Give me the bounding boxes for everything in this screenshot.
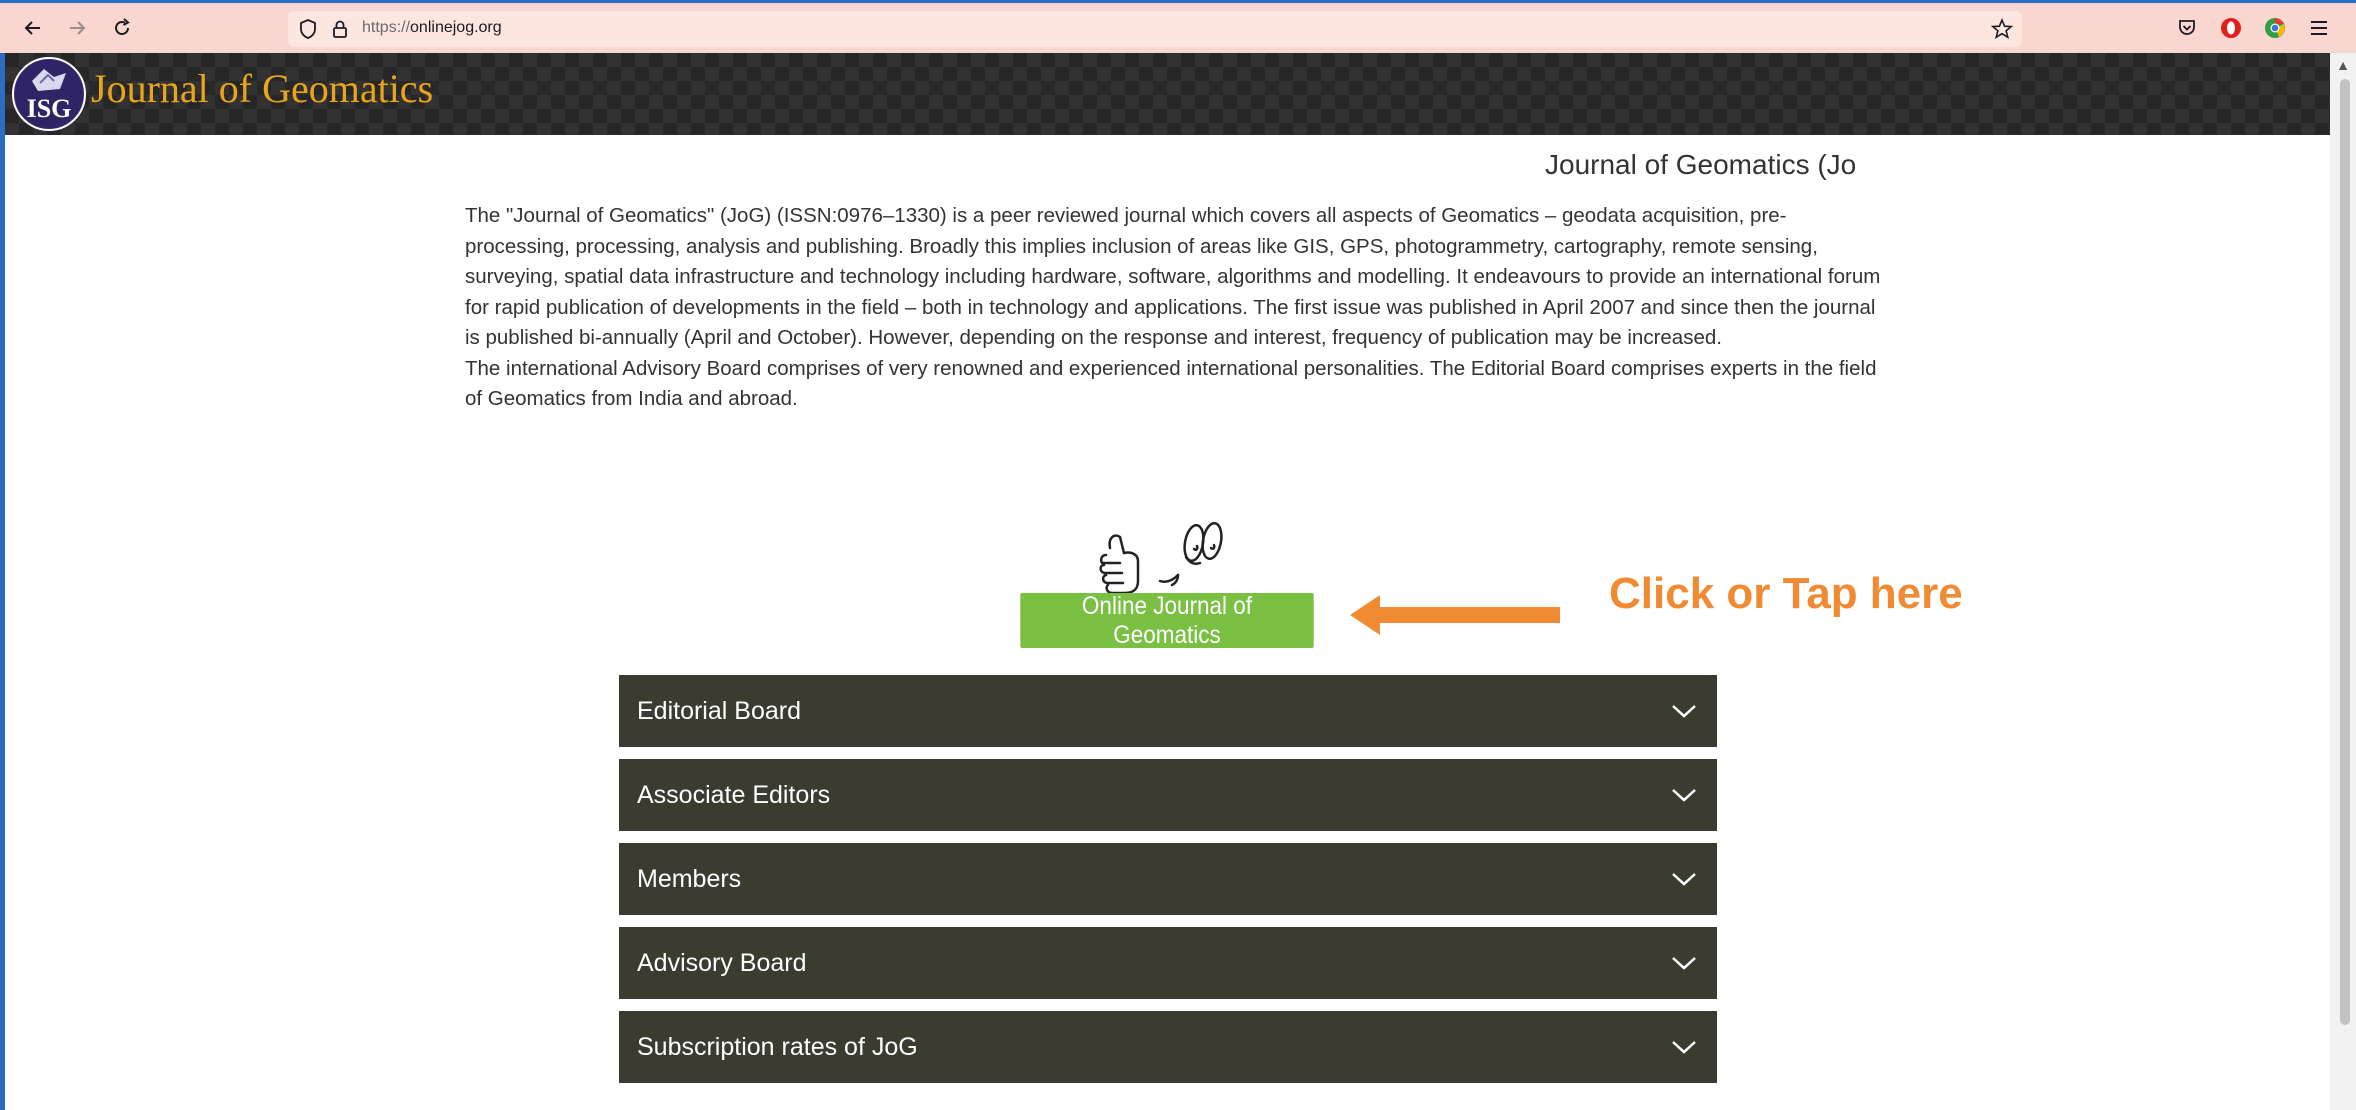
- chevron-down-icon[interactable]: [1669, 948, 1699, 978]
- logo-text: ISG: [27, 94, 72, 123]
- accordion-editorial-board[interactable]: Editorial Board: [619, 675, 1717, 747]
- url-text: https://onlinejog.org: [362, 19, 502, 37]
- accordion-members[interactable]: Members: [619, 843, 1717, 915]
- accordion-associate-editors[interactable]: Associate Editors: [619, 759, 1717, 831]
- site-logo[interactable]: ISG: [12, 57, 86, 131]
- scroll-up-icon[interactable]: ▲: [2336, 57, 2350, 73]
- scrollbar[interactable]: ▲: [2330, 53, 2356, 1110]
- browser-toolbar: https://onlinejog.org: [0, 0, 2356, 53]
- accordion-subscription-rates[interactable]: Subscription rates of JoG: [619, 1011, 1717, 1083]
- lock-icon[interactable]: [328, 17, 352, 41]
- accordion-label: Associate Editors: [637, 780, 831, 809]
- url-domain: onlinejog.org: [410, 19, 502, 36]
- chevron-down-icon[interactable]: [1669, 864, 1699, 894]
- page-viewport: ISG Journal of Geomatics Journal of Geom…: [0, 53, 2356, 1110]
- arrow-right-icon[interactable]: [62, 13, 92, 43]
- intro-paragraph-1: The "Journal of Geomatics" (JoG) (ISSN:0…: [465, 204, 1881, 349]
- pocket-icon[interactable]: [2174, 15, 2200, 41]
- url-prefix: https://: [362, 19, 411, 36]
- hamburger-icon[interactable]: [2306, 15, 2332, 41]
- chevron-down-icon[interactable]: [1669, 696, 1699, 726]
- page-title: Journal of Geomatics (Jo: [1545, 149, 1857, 180]
- arrow-left-icon[interactable]: [18, 13, 48, 43]
- online-journal-button[interactable]: Online Journal of Geomatics: [1020, 592, 1314, 649]
- intro-text: The "Journal of Geomatics" (JoG) (ISSN:0…: [465, 201, 1885, 415]
- arrow-left-icon: [1350, 595, 1560, 635]
- chevron-down-icon[interactable]: [1669, 1032, 1699, 1062]
- accordion-label: Subscription rates of JoG: [637, 1032, 918, 1061]
- accordion-label: Members: [637, 864, 742, 893]
- callout-text: Click or Tap here: [1609, 569, 1963, 618]
- chrome-icon[interactable]: [2262, 15, 2288, 41]
- opera-icon[interactable]: [2218, 15, 2244, 41]
- url-bar[interactable]: https://onlinejog.org: [288, 11, 2022, 47]
- chevron-down-icon[interactable]: [1669, 780, 1699, 810]
- intro-paragraph-2: The international Advisory Board compris…: [465, 356, 1877, 411]
- scrollbar-thumb[interactable]: [2340, 79, 2350, 1025]
- shield-icon[interactable]: [296, 17, 320, 41]
- site-header: ISG Journal of Geomatics: [5, 53, 2330, 135]
- site-name[interactable]: Journal of Geomatics: [91, 65, 433, 112]
- accordion-label: Editorial Board: [637, 696, 801, 725]
- accordion-advisory-board[interactable]: Advisory Board: [619, 927, 1717, 999]
- star-icon[interactable]: [1990, 17, 2014, 41]
- accordion-label: Advisory Board: [637, 948, 807, 977]
- reload-icon[interactable]: [107, 13, 137, 43]
